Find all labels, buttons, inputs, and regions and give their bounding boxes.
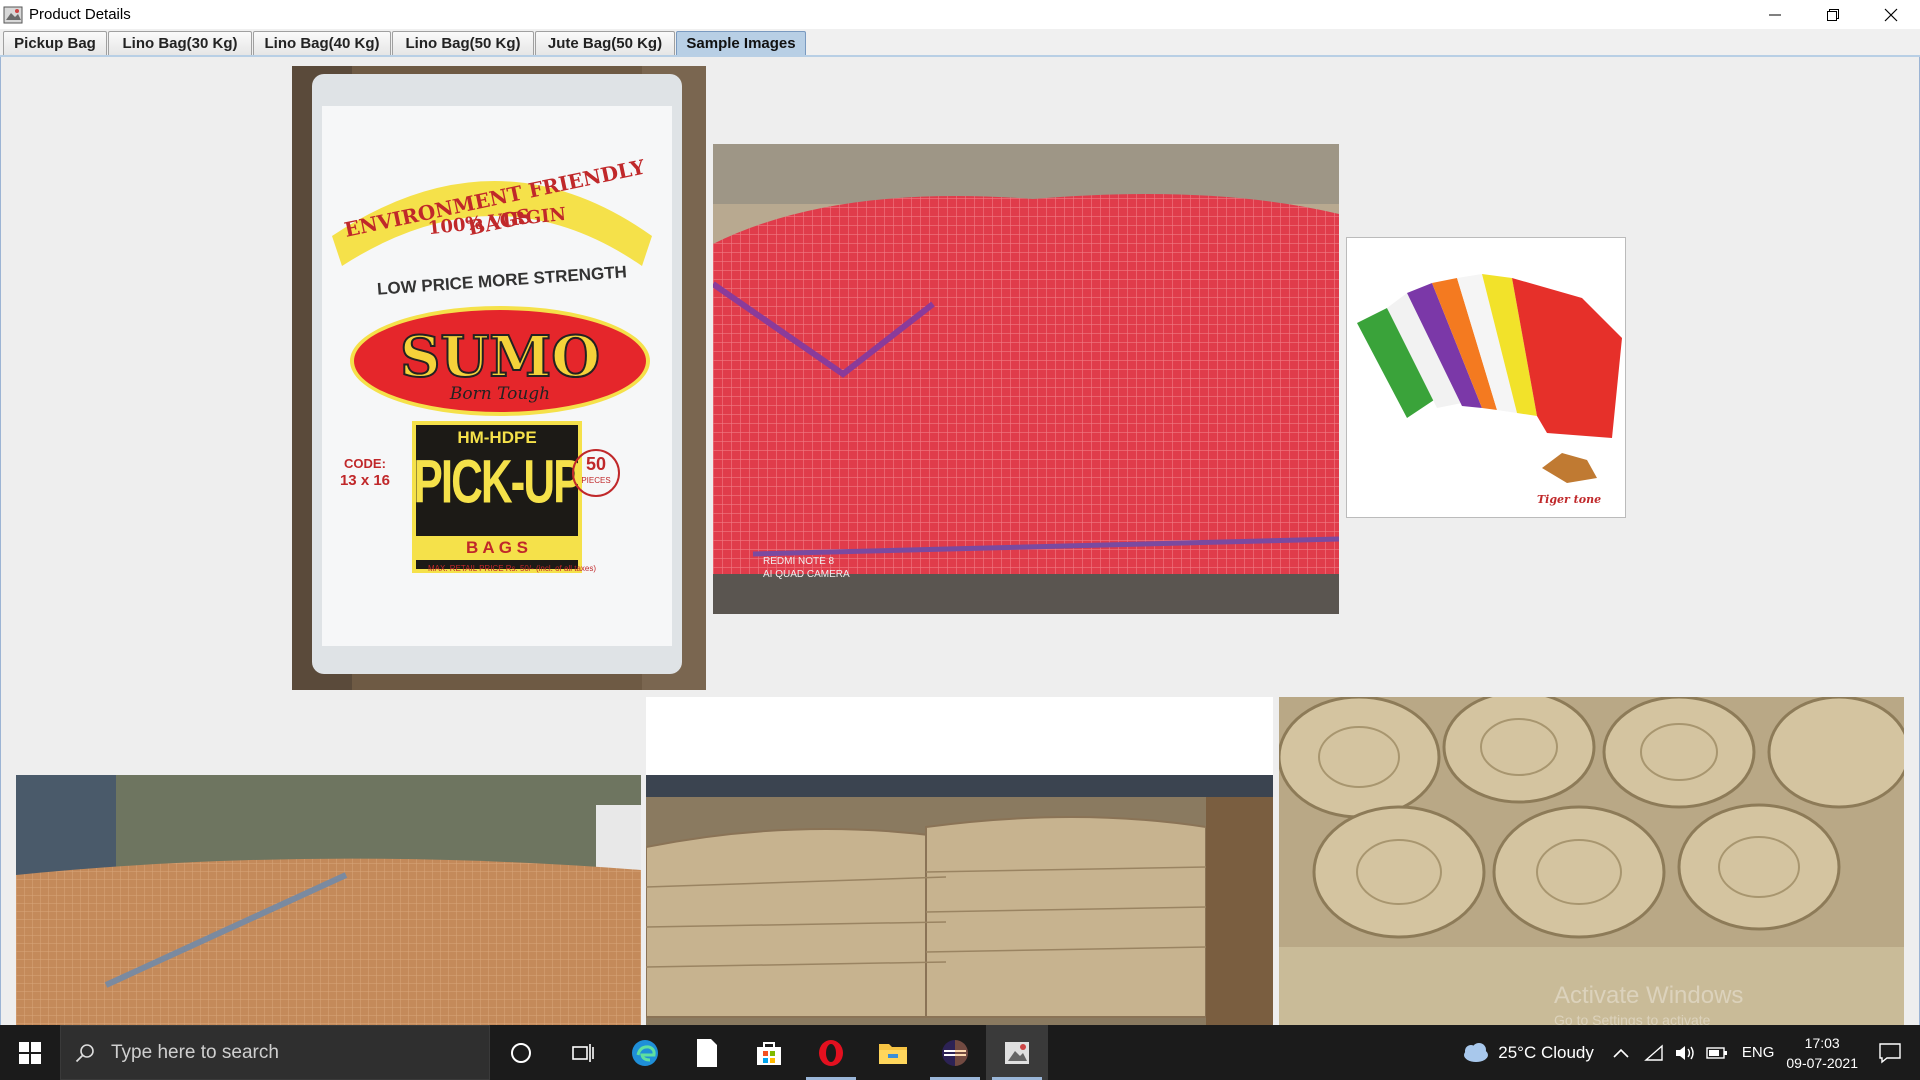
search-placeholder: Type here to search: [111, 1041, 279, 1063]
tab-strip: Pickup Bag Lino Bag(30 Kg) Lino Bag(40 K…: [0, 29, 1920, 57]
pickup-bag-sub: B A G S: [412, 536, 582, 560]
pickup-bag-product: PICK-UP: [413, 448, 583, 517]
taskbar-edge[interactable]: [614, 1025, 676, 1080]
system-tray: 25°C Cloudy ENG 17:03 09-07-2021: [1460, 1025, 1920, 1080]
close-button[interactable]: [1862, 0, 1920, 29]
cloud-weather-icon: [1464, 1042, 1489, 1062]
eclipse-ide-icon: [942, 1039, 968, 1066]
start-button[interactable]: [0, 1025, 60, 1080]
pickup-bag-code-label: CODE:: [344, 456, 386, 471]
activate-windows-title: Activate Windows: [1554, 982, 1744, 1009]
pickup-bag-pieces: 50: [585, 454, 607, 474]
tab-lino-bag-50kg[interactable]: Lino Bag(50 Kg): [392, 31, 534, 55]
weather-text[interactable]: 25°C Cloudy: [1498, 1043, 1594, 1063]
notification-icon[interactable]: [1878, 1042, 1902, 1064]
jute-stack-image: [646, 697, 1273, 1025]
folder-icon: [879, 1043, 907, 1064]
restore-button[interactable]: [1804, 0, 1862, 29]
chevron-up-icon[interactable]: [1612, 1046, 1630, 1060]
pickup-bag-pieces-label: PIECES: [581, 476, 611, 485]
taskbar-eclipse[interactable]: [924, 1025, 986, 1080]
windows-logo-icon: [19, 1041, 41, 1064]
taskbar-search-box[interactable]: Type here to search: [60, 1025, 490, 1080]
pickup-bag-tagline: Born Tough: [449, 384, 551, 404]
close-icon: [1884, 8, 1898, 21]
camera-watermark-line2: AI QUAD CAMERA: [763, 569, 850, 580]
tan-mesh-bag-image: [16, 775, 641, 1025]
camera-watermark-line1: REDMI NOTE 8: [763, 556, 835, 567]
clock-date: 09-07-2021: [1786, 1054, 1858, 1071]
window-title: Product Details: [29, 6, 131, 23]
pickup-bag-brand: SUMO: [399, 323, 601, 391]
language-indicator[interactable]: ENG: [1742, 1044, 1775, 1061]
pickup-bag-code: 13 x 16: [339, 472, 391, 489]
tab-lino-bag-30kg[interactable]: Lino Bag(30 Kg): [108, 31, 252, 55]
taskbar-opera[interactable]: [800, 1025, 862, 1080]
java-window-icon: [1005, 1041, 1029, 1064]
tiger-tone-brand: Tiger tone: [1537, 493, 1602, 506]
tab-jute-bag-50kg[interactable]: Jute Bag(50 Kg): [535, 31, 675, 55]
jute-rolls-image: Activate Windows Go to Settings to activ…: [1279, 697, 1904, 1025]
taskbar-file-explorer[interactable]: [862, 1025, 924, 1080]
sample-images-panel: ENVIRONMENT FRIENDLY BAGS 100% VIRGIN LO…: [0, 57, 1920, 1025]
java-app-icon: [3, 6, 23, 23]
cortana-icon: [511, 1042, 531, 1063]
opera-browser-icon: [819, 1039, 843, 1066]
task-view-button[interactable]: [552, 1025, 614, 1080]
minimize-button[interactable]: [1746, 0, 1804, 29]
battery-icon[interactable]: [1706, 1046, 1728, 1060]
task-view-icon: [572, 1043, 594, 1062]
taskbar-file[interactable]: [676, 1025, 738, 1080]
colored-mesh-bags-image: Tiger tone: [1346, 237, 1626, 518]
store-icon: [757, 1041, 781, 1065]
search-icon: [75, 1043, 94, 1062]
tab-lino-bag-40kg[interactable]: Lino Bag(40 Kg): [253, 31, 391, 55]
restore-icon: [1827, 8, 1839, 21]
network-icon[interactable]: [1643, 1043, 1664, 1062]
tab-pickup-bag[interactable]: Pickup Bag: [3, 31, 107, 55]
activate-windows-sub: Go to Settings to activate: [1554, 1012, 1711, 1025]
taskbar-store[interactable]: [738, 1025, 800, 1080]
edge-browser-icon: [632, 1039, 658, 1066]
red-mesh-bag-image: REDMI NOTE 8 AI QUAD CAMERA: [713, 144, 1339, 614]
clock[interactable]: 17:03 09-07-2021: [1786, 1033, 1858, 1073]
minimize-icon: [1769, 14, 1781, 15]
pickup-bag-material: HM-HDPE: [457, 428, 537, 447]
taskbar: Type here to search 25°C Cloudy ENG 17:0…: [0, 1025, 1920, 1080]
title-bar: Product Details: [0, 0, 1920, 29]
clock-time: 17:03: [1804, 1034, 1840, 1051]
tab-sample-images[interactable]: Sample Images: [676, 31, 806, 55]
document-icon: [697, 1038, 717, 1067]
pickup-bag-image: ENVIRONMENT FRIENDLY BAGS 100% VIRGIN LO…: [292, 66, 706, 690]
taskbar-java-app[interactable]: [986, 1025, 1048, 1080]
pickup-bag-mrp: MAX. RETAIL PRICE Rs. 50/- (incl. of all…: [427, 564, 597, 573]
cortana-button[interactable]: [490, 1025, 552, 1080]
volume-icon[interactable]: [1674, 1044, 1696, 1062]
